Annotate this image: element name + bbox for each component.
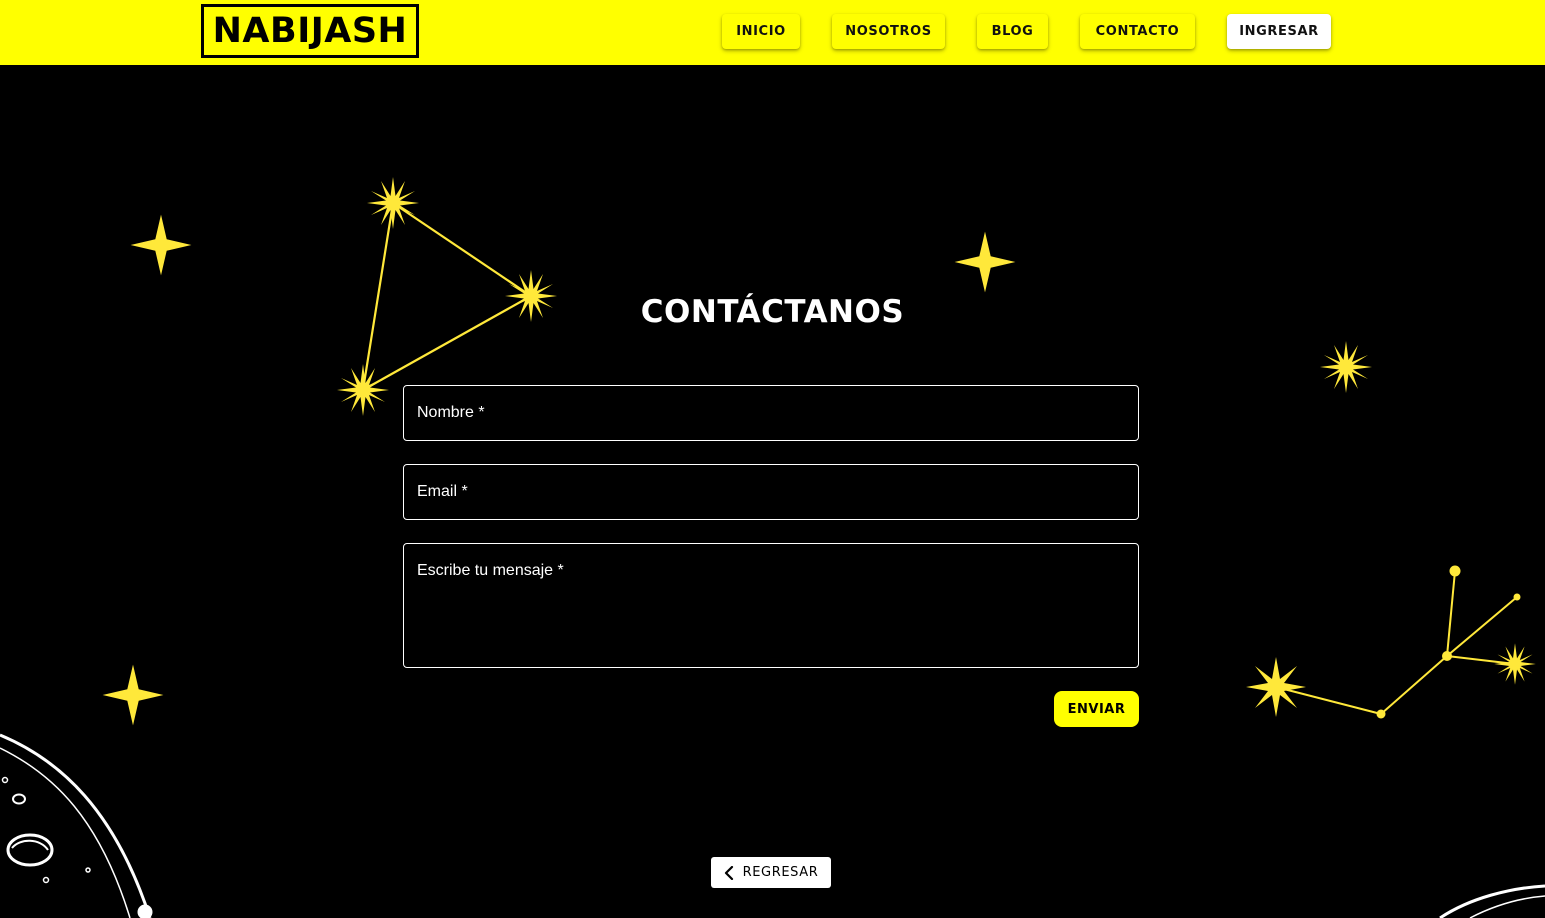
nav-nosotros-button[interactable]: NOSOTROS: [832, 14, 945, 49]
nav-ingresar-button[interactable]: INGRESAR: [1227, 14, 1331, 49]
planet-illustration: [0, 733, 153, 918]
space-background: [0, 177, 1545, 918]
star-icon: [102, 664, 164, 726]
constellation-right-icon: [1246, 565, 1536, 719]
planet-illustration: [1439, 884, 1545, 918]
star-icon: [954, 231, 1016, 293]
name-field-label: Nombre *: [417, 404, 485, 421]
message-field-label: Escribe tu mensaje *: [417, 562, 564, 579]
site-logo[interactable]: NABIJASH: [201, 4, 419, 58]
email-field[interactable]: Email *: [403, 464, 1139, 520]
nav-contacto-button[interactable]: CONTACTO: [1080, 14, 1195, 49]
back-button-label: REGRESAR: [742, 865, 819, 880]
star-icon: [130, 214, 192, 276]
page-title: CONTÁCTANOS: [640, 294, 905, 330]
top-navbar: NABIJASH INICIO NOSOTROS BLOG CONTACTO I…: [0, 0, 1545, 65]
star-icon: [1320, 341, 1372, 393]
chevron-left-icon: [724, 865, 733, 880]
email-field-label: Email *: [417, 483, 468, 500]
nav-blog-button[interactable]: BLOG: [977, 14, 1048, 49]
send-button[interactable]: ENVIAR: [1054, 691, 1139, 727]
message-textarea[interactable]: Escribe tu mensaje *: [403, 543, 1139, 668]
back-button[interactable]: REGRESAR: [711, 857, 831, 888]
name-field[interactable]: Nombre *: [403, 385, 1139, 441]
nav-inicio-button[interactable]: INICIO: [722, 14, 800, 49]
